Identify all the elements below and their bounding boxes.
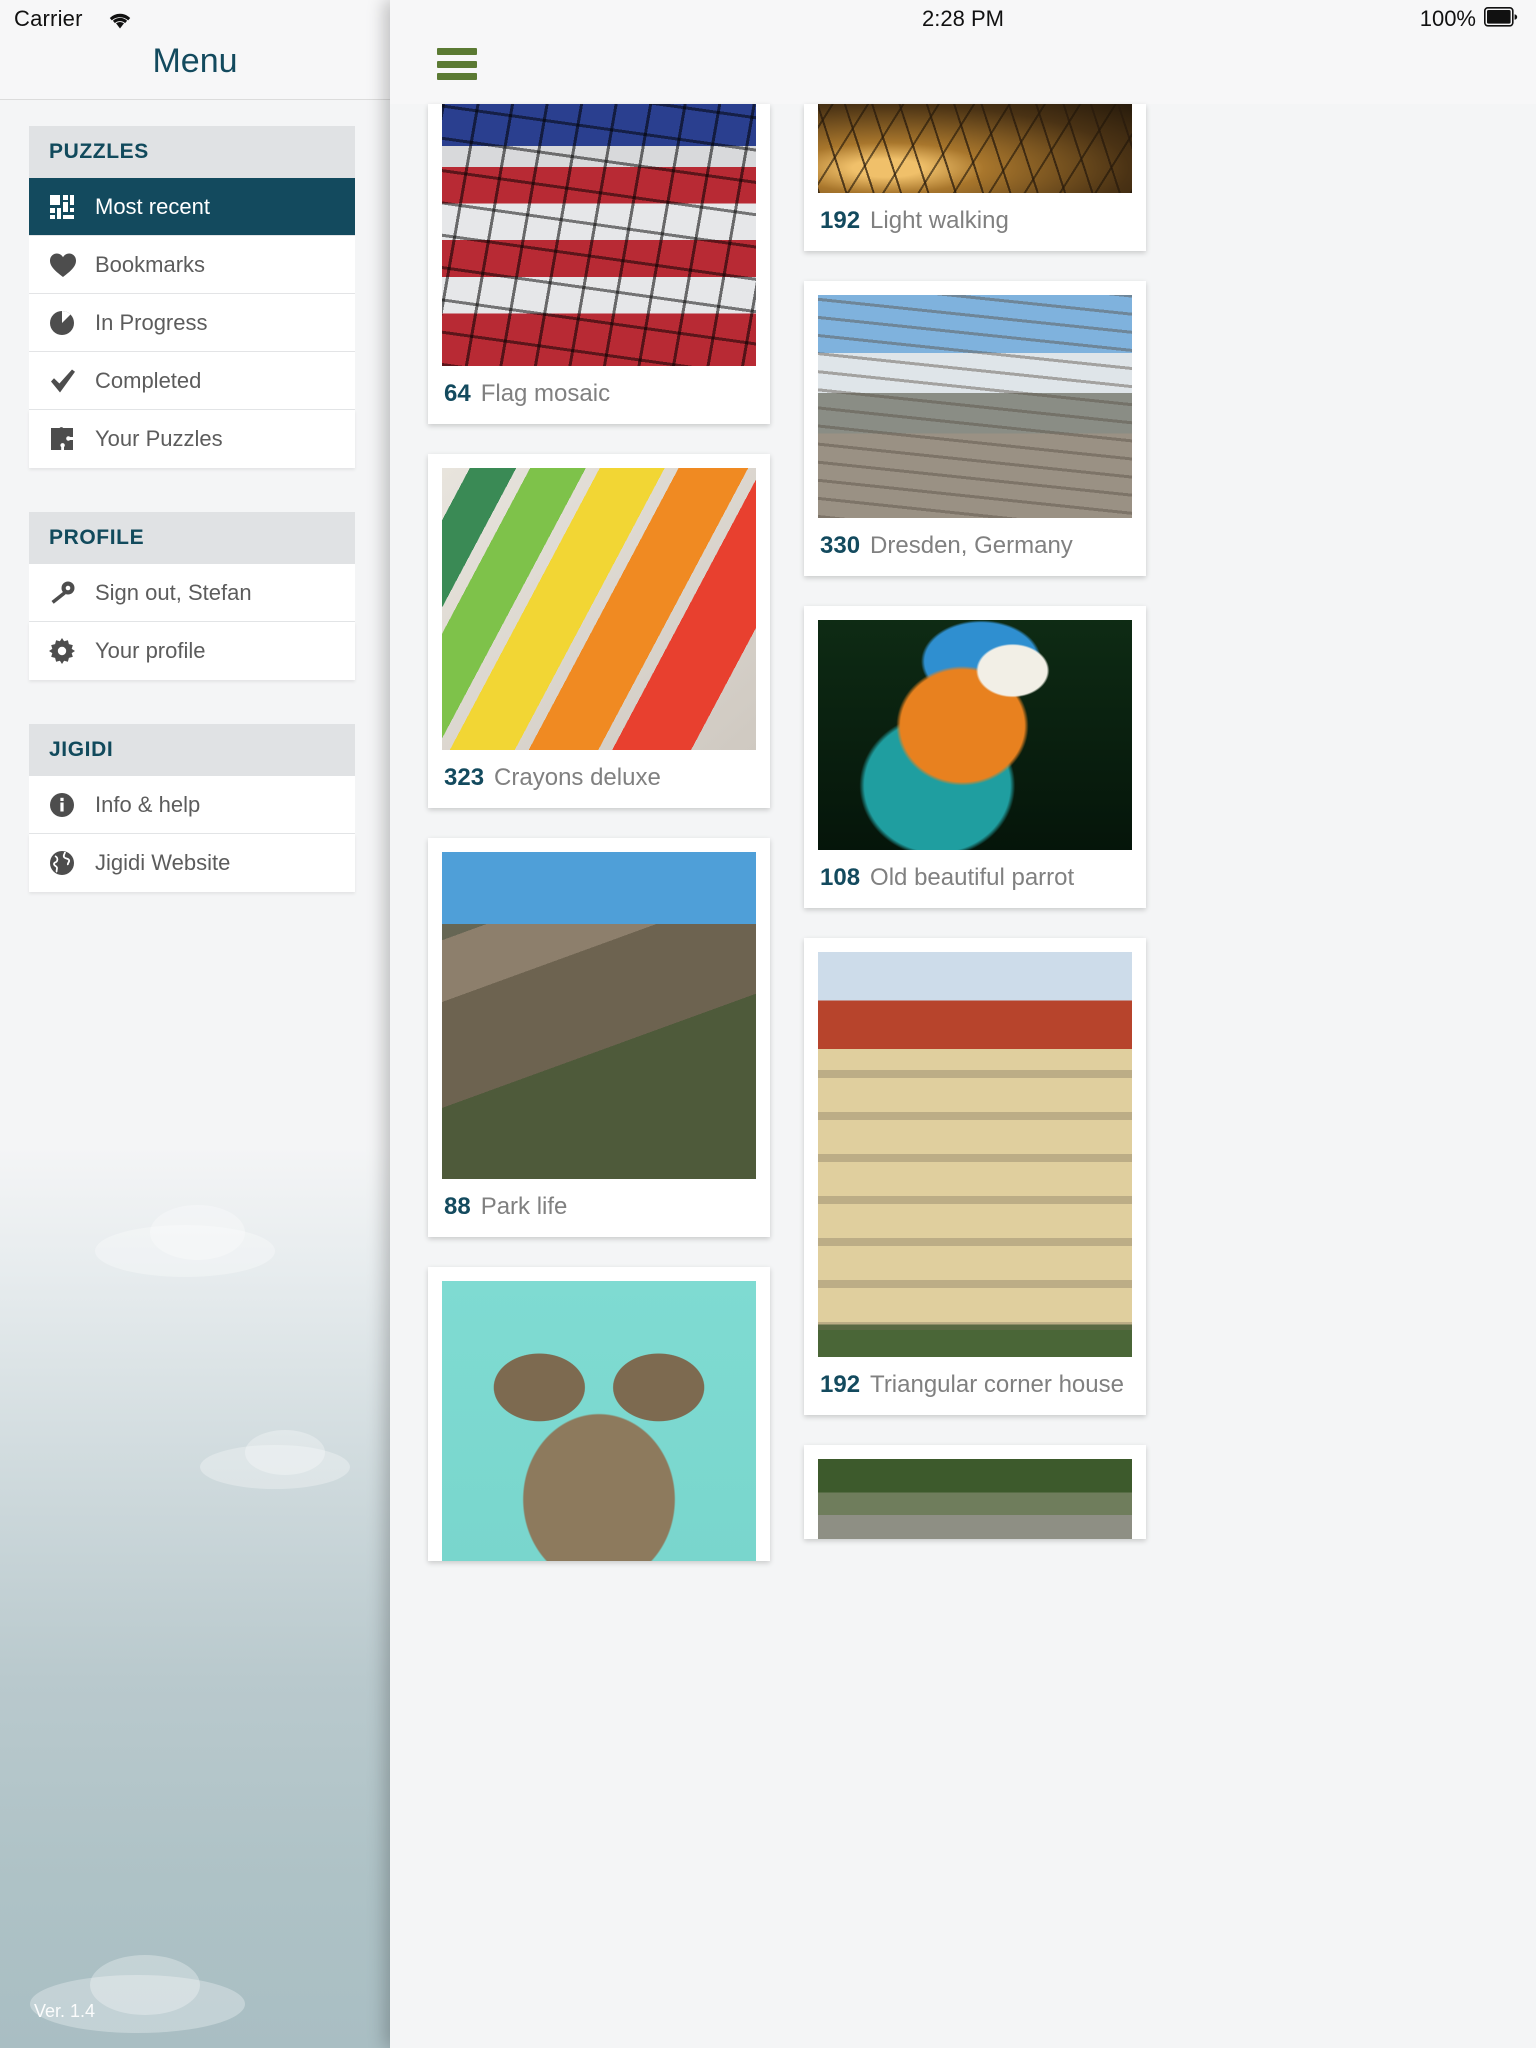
piece-count: 323 [444, 764, 485, 791]
piece-count: 108 [820, 864, 861, 891]
main-status-bar: 2:28 PM 100% [390, 0, 1536, 36]
sidebar-group-puzzles: PUZZLES Most recent Bookmarks In Progres… [29, 126, 355, 468]
hamburger-bar [437, 48, 477, 55]
puzzle-column-right: 192 Light walking 330 Dresden, Germany 1… [804, 104, 1146, 1569]
puzzle-thumbnail-light-walking[interactable] [818, 104, 1132, 193]
puzzle-thumbnail-park-life[interactable] [442, 852, 756, 1179]
puzzle-card[interactable]: 192 Triangular corner house [804, 938, 1146, 1415]
puzzle-caption: 192 Triangular corner house [818, 1357, 1132, 1415]
puzzle-title: Old beautiful parrot [870, 864, 1075, 891]
sidebar-item-label: Sign out, Stefan [95, 579, 252, 605]
puzzle-thumbnail-crayons-deluxe[interactable] [442, 468, 756, 750]
puzzle-title: Crayons deluxe [494, 764, 661, 791]
gear-icon [49, 638, 85, 664]
globe-icon [49, 850, 85, 876]
puzzle-caption: 192 Light walking [818, 193, 1132, 251]
puzzle-card[interactable] [804, 1445, 1146, 1539]
cloud-decoration [150, 1205, 245, 1260]
sidebar-group-heading: PUZZLES [29, 126, 355, 178]
sidebar-item-label: Bookmarks [95, 251, 206, 277]
carrier-label: Carrier [14, 6, 83, 31]
main-nav-bar [390, 36, 1536, 104]
puzzle-title: Flag mosaic [480, 380, 611, 407]
battery-percent-label: 100% [1419, 6, 1476, 31]
puzzle-card[interactable]: 330 Dresden, Germany [804, 281, 1146, 576]
puzzle-thumbnail-dresden-germany[interactable] [818, 295, 1132, 518]
sidebar-item-your-puzzles[interactable]: Your Puzzles [29, 410, 355, 468]
puzzle-card[interactable]: 323 Crayons deluxe [428, 454, 770, 808]
sidebar-group-heading: JIGIDI [29, 724, 355, 776]
puzzle-caption: 108 Old beautiful parrot [818, 850, 1132, 908]
puzzle-card[interactable]: 108 Old beautiful parrot [804, 606, 1146, 908]
sidebar-menu-panel: Carrier Menu PUZZLES Most recent Bookmar… [0, 0, 390, 2048]
sidebar-item-bookmarks[interactable]: Bookmarks [29, 236, 355, 294]
puzzle-caption: 64 Flag mosaic [442, 366, 756, 424]
sidebar-group-heading: PROFILE [29, 512, 355, 564]
heart-icon [49, 252, 85, 278]
sidebar-item-sign-out[interactable]: Sign out, Stefan [29, 564, 355, 622]
sidebar-item-label: Info & help [95, 791, 201, 817]
sidebar-item-completed[interactable]: Completed [29, 352, 355, 410]
sidebar-item-label: In Progress [95, 309, 208, 335]
cloud-decoration [245, 1430, 325, 1475]
sidebar-group-profile: PROFILE Sign out, Stefan Your profile [29, 512, 355, 680]
hamburger-bar [437, 73, 477, 80]
puzzle-caption: 88 Park life [442, 1179, 756, 1237]
key-icon [49, 580, 85, 606]
check-icon [49, 368, 85, 394]
puzzle-caption: 330 Dresden, Germany [818, 518, 1132, 576]
piece-count: 192 [820, 207, 861, 234]
puzzle-thumbnail-cat[interactable] [442, 1281, 756, 1561]
pie-icon [49, 310, 85, 336]
battery-status: 100% [1420, 6, 1518, 32]
sidebar-item-label: Most recent [95, 193, 210, 219]
piece-count: 88 [444, 1193, 471, 1220]
battery-full-icon [1484, 6, 1518, 32]
puzzle-caption: 323 Crayons deluxe [442, 750, 756, 808]
puzzle-title: Light walking [870, 207, 1009, 234]
page-title: Menu [152, 42, 238, 80]
puzzle-title: Dresden, Germany [870, 532, 1073, 559]
sidebar-item-most-recent[interactable]: Most recent [29, 178, 355, 236]
sidebar-status-bar: Carrier Menu [0, 0, 390, 100]
piece-count: 192 [820, 1371, 861, 1398]
hamburger-bar [437, 60, 477, 68]
wifi-icon [105, 8, 135, 37]
puzzle-thumbnail-triangular-corner-house[interactable] [818, 952, 1132, 1357]
puzzle-title: Triangular corner house [870, 1371, 1124, 1398]
main-content-panel: 2:28 PM 100% 64 Flag mosaic 323 Crayons … [390, 0, 1536, 2048]
puzzle-card[interactable] [428, 1267, 770, 1561]
sidebar-item-label: Completed [95, 367, 202, 393]
puzzle-thumbnail-flag-mosaic[interactable] [442, 104, 756, 366]
puzzle-column-left: 64 Flag mosaic 323 Crayons deluxe 88 Par… [428, 104, 770, 1591]
clock-label: 2:28 PM [922, 6, 1004, 31]
piece-count: 64 [444, 380, 471, 407]
piece-count: 330 [820, 532, 861, 559]
sidebar-item-jigidi-website[interactable]: Jigidi Website [29, 834, 355, 892]
sidebar-group-jigidi: JIGIDI Info & help Jigidi Website [29, 724, 355, 892]
puzzle-card[interactable]: 64 Flag mosaic [428, 104, 770, 424]
puzzle-title: Park life [480, 1193, 568, 1220]
info-icon [49, 792, 85, 818]
cloud-decoration [90, 1955, 200, 2015]
puzzle-card[interactable]: 88 Park life [428, 838, 770, 1237]
sidebar-item-in-progress[interactable]: In Progress [29, 294, 355, 352]
version-label: Ver. 1.4 [34, 2001, 96, 2021]
puzzle-thumbnail-street-scene[interactable] [818, 1459, 1132, 1539]
puzzle-icon [49, 426, 85, 452]
puzzle-grid: 64 Flag mosaic 323 Crayons deluxe 88 Par… [390, 104, 1536, 2048]
hamburger-icon[interactable] [437, 48, 477, 80]
puzzle-card[interactable]: 192 Light walking [804, 104, 1146, 251]
grid-icon [49, 194, 85, 220]
sidebar-item-label: Jigidi Website [95, 850, 231, 875]
sidebar-item-label: Your Puzzles [95, 426, 223, 451]
sidebar-item-your-profile[interactable]: Your profile [29, 622, 355, 680]
puzzle-thumbnail-old-beautiful-parrot[interactable] [818, 620, 1132, 850]
sidebar-item-info-help[interactable]: Info & help [29, 776, 355, 834]
sidebar-item-label: Your profile [95, 638, 206, 663]
